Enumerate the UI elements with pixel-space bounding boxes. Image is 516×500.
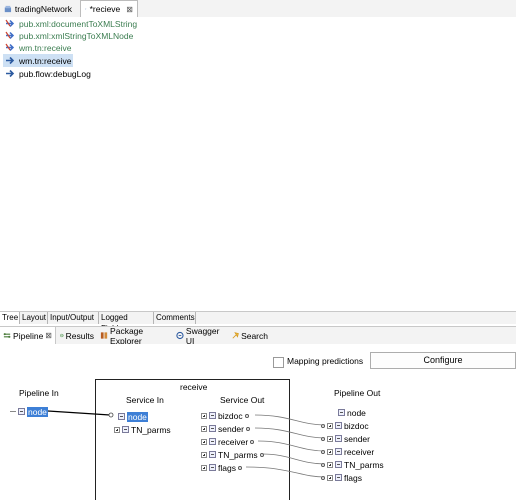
- link-line: [245, 466, 326, 478]
- link-line: [254, 427, 326, 439]
- link-line: [257, 440, 326, 452]
- link-line: [47, 410, 111, 416]
- link-end: [108, 412, 114, 418]
- link-line: [261, 453, 326, 465]
- link-line: [254, 414, 326, 426]
- pipeline-links: [47, 410, 326, 478]
